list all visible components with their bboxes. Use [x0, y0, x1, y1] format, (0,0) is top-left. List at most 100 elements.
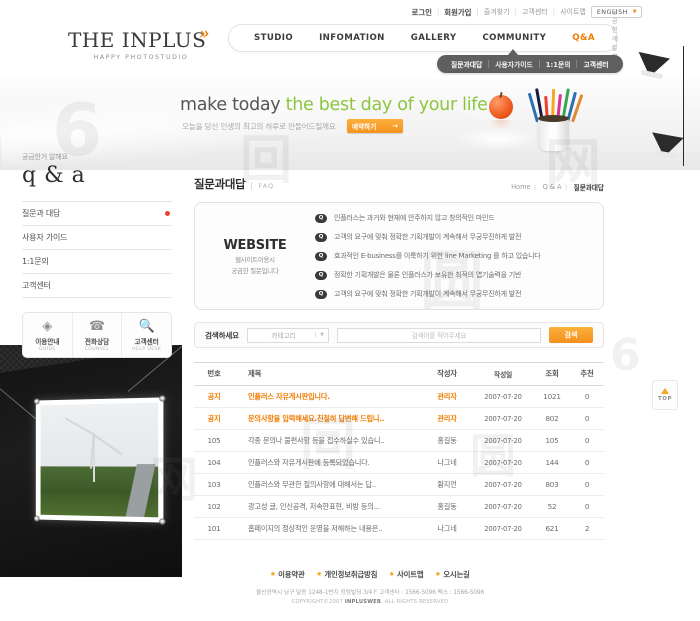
footer-link-label: 사이트맵 [397, 570, 424, 579]
cell-no: 104 [194, 451, 234, 474]
faq-item[interactable]: Q 정확한 기획개발은 물론 인플러스가 보유한 최적의 엽기술력을 기반 [315, 266, 591, 285]
footer-copyright: COPYRIGHT©2007 INPLUSWEB. ALL RIGHTS RES… [40, 599, 700, 605]
question-badge-icon: Q [315, 270, 327, 280]
breadcrumb-section[interactable]: Q & A [543, 183, 562, 191]
breadcrumb-current: 질문과대답 [573, 184, 604, 192]
nav-item-qna[interactable]: Q&A [559, 33, 608, 43]
search-input[interactable]: 검색어를 적어주세요 [336, 327, 541, 343]
cell-title[interactable]: 인플러스 자유게시판입니다. [234, 385, 422, 408]
footer-link-terms[interactable]: ✸ 이용약관 [270, 569, 304, 580]
footer-link-privacy[interactable]: ✸ 개인정보취급방침 [317, 569, 378, 580]
cell-recommend: 0 [570, 495, 604, 518]
quick-link-label: 이용안내 [35, 338, 60, 346]
lamp-wire [683, 46, 684, 166]
quick-link-sublabel: GUIDE [38, 347, 56, 352]
faq-item-text: 고객의 요구에 맞춰 정확한 기획개발이 계속해서 무궁무진하게 발전 [334, 233, 522, 241]
cell-title[interactable]: 인플러스와 무관한 질의사항에 대해서는 답.. [234, 473, 422, 496]
cell-title[interactable]: 각종 문의나 불편사항 등을 접수하실수 있습니.. [234, 429, 422, 452]
faq-item[interactable]: Q 고객의 요구에 맞춰 정확한 기획개발이 계속해서 무궁무진하게 발전 [315, 228, 591, 247]
active-dot-icon [165, 211, 170, 216]
cell-recommend: 0 [570, 429, 604, 452]
page-title: 질문과대답 [194, 177, 246, 191]
nav-item-community[interactable]: COMMUNITY [469, 33, 559, 43]
quick-link-helpdesk[interactable]: 🔍 고객센터 HELP DESK [122, 313, 171, 357]
table-row[interactable]: 103 인플러스와 무관한 질의사항에 대해서는 답.. 황지언 2007-07-20… [194, 473, 604, 496]
table-row[interactable]: 공지 인플러스 자유게시판입니다. 관리자 2007-07-20 1021 0 [194, 385, 604, 408]
wind-turbine-photo [40, 402, 159, 518]
cell-hits: 105 [534, 429, 570, 452]
subnav-item-faq[interactable]: 질문과대답 [445, 59, 488, 69]
footer-address: 울산광역시 남구 달동 1248-1번지 정림빌딩 3/4 F 고객센터 : 1… [255, 590, 485, 596]
faq-item[interactable]: Q 고객의 요구에 맞춰 정확한 기획개발이 계속해서 무궁무진하게 발전 [315, 285, 591, 304]
quick-link-label: 전화상담 [84, 338, 110, 346]
scroll-to-top-button[interactable]: TOP [652, 380, 678, 410]
cell-date: 2007-07-20 [472, 473, 534, 496]
cell-date: 2007-07-20 [472, 407, 534, 430]
sidebar-quick-links: ◈ 이용안내 GUIDE ☎ 전화상담 COUNSEL 🔍 고객센터 HELP … [22, 312, 172, 358]
breadcrumb-separator: 〉 [564, 184, 571, 192]
nav-item-infomation[interactable]: INFOMATION [306, 33, 398, 43]
table-row[interactable]: 101 홈페이지의 정상적인 운영을 저해하는 내용은.. 나그네 2007-07-2… [194, 517, 604, 540]
category-select[interactable]: 카테고리 ▼ [246, 327, 329, 343]
util-link-signup[interactable]: 회원가입 [444, 7, 471, 18]
cell-writer: 홍길동 [422, 429, 472, 452]
quick-link-sublabel: COUNSEL [84, 347, 110, 352]
copyright-pre: COPYRIGHT©2007 [291, 599, 345, 605]
subnav-item-userguide[interactable]: 사용자가이드 [489, 59, 539, 69]
cell-recommend: 0 [570, 473, 604, 496]
util-divider: | [514, 8, 517, 16]
util-link-customer-center[interactable]: 고객센터 [522, 7, 548, 17]
search-button[interactable]: 검색 [549, 327, 593, 343]
nav-item-gallery[interactable]: GALLERY [398, 33, 470, 43]
faq-panel-heading: WEBSITE [223, 237, 287, 253]
sidebar-item-faq[interactable]: 질문과 대답 [22, 202, 172, 226]
cell-title[interactable]: 인플러스와 자유게시판에 등록되었습니다. [234, 451, 422, 474]
cell-writer: 관리자 [422, 407, 472, 430]
cell-recommend: 0 [570, 451, 604, 474]
cell-no: 102 [194, 495, 234, 518]
cell-recommend: 0 [570, 385, 604, 408]
frame-pin-icon [33, 515, 40, 522]
cell-title[interactable]: 광고성 글, 인신공격, 저속한표현, 비방 등의... [234, 495, 422, 518]
hero-title-part1: make today [180, 95, 286, 115]
photo-frame-decoration [0, 345, 182, 577]
quick-link-guide[interactable]: ◈ 이용안내 GUIDE [23, 313, 73, 357]
faq-item[interactable]: Q 인플러스는 과거와 현재에 안주하지 않고 창의적인 마인드 [315, 209, 591, 228]
cell-no: 101 [194, 517, 234, 540]
cell-title[interactable]: 홈페이지의 정상적인 운영을 저해하는 내용은.. [234, 517, 422, 540]
footer-link-label: 개인정보취급방침 [324, 570, 378, 579]
frame-pin-icon [33, 398, 40, 405]
col-header-no: 번호 [194, 362, 234, 386]
util-link-sitemap[interactable]: 사이트맵 [560, 7, 586, 17]
subnav-item-helpdesk[interactable]: 고객센터 [577, 59, 614, 69]
logo-tagline: HAPPY PHOTOSTUDIO [93, 54, 189, 61]
util-link-login[interactable]: 로그인 [412, 7, 432, 18]
table-row[interactable]: 104 인플러스와 자유게시판에 등록되었습니다. 나그네 2007-07-20 144… [194, 451, 604, 474]
sidebar-item-helpdesk[interactable]: 고객센터 [22, 274, 172, 298]
footer-link-directions[interactable]: ✸ 오시는길 [435, 569, 469, 580]
sidebar-item-inquiry[interactable]: 1:1문의 [22, 250, 172, 274]
question-badge-icon: Q [315, 232, 327, 242]
subnav-item-inquiry[interactable]: 1:1문의 [540, 59, 577, 69]
faq-item[interactable]: Q 효과적인 E-business를 이룩하기 위한 line Marketin… [315, 247, 591, 266]
quick-link-counsel[interactable]: ☎ 전화상담 COUNSEL [73, 313, 123, 357]
cell-title[interactable]: 문의사항을 입력해세요.친절히 답변해 드립니.. [234, 407, 422, 430]
copyright-brand: INPLUSWEB [344, 599, 382, 605]
footer-link-label: 오시는길 [443, 570, 470, 579]
sidebar-title: q & a [22, 163, 86, 188]
sidebar-item-userguide[interactable]: 사용자 가이드 [22, 226, 172, 250]
site-logo[interactable]: THE INPLUS » HAPPY PHOTOSTUDIO [68, 24, 212, 61]
faq-panel-line1: 웹사이트이용시 [235, 255, 275, 264]
table-row[interactable]: 공지 문의사항을 입력해세요.친절히 답변해 드립니.. 관리자 2007-07-20… [194, 407, 604, 430]
util-link-bookmark[interactable]: 즐겨찾기 [484, 7, 510, 17]
breadcrumb-home[interactable]: Home [511, 183, 530, 191]
col-header-date: 작성일 [472, 362, 534, 386]
nav-item-studio[interactable]: STUDIO [241, 33, 306, 43]
footer-link-sitemap[interactable]: ✸ 사이트맵 [389, 569, 423, 580]
table-row[interactable]: 102 광고성 글, 인신공격, 저속한표현, 비방 등의... 홍길동 2007-0… [194, 495, 604, 518]
reservation-button[interactable]: 예약하기 → [347, 119, 403, 133]
site-footer: ✸ 이용약관 ✸ 개인정보취급방침 ✸ 사이트맵 ✸ 오시는길 울산광역시 남구… [0, 561, 700, 621]
board-table: 번호 제목 작성자 작성일 조회 추천 공지 인플러스 자유게시판입니다. 관리자 2… [194, 362, 604, 540]
pencil-cup-rim [538, 115, 569, 122]
table-row[interactable]: 105 각종 문의나 불편사항 등을 접수하실수 있습니.. 홍길동 2007-07-… [194, 429, 604, 452]
